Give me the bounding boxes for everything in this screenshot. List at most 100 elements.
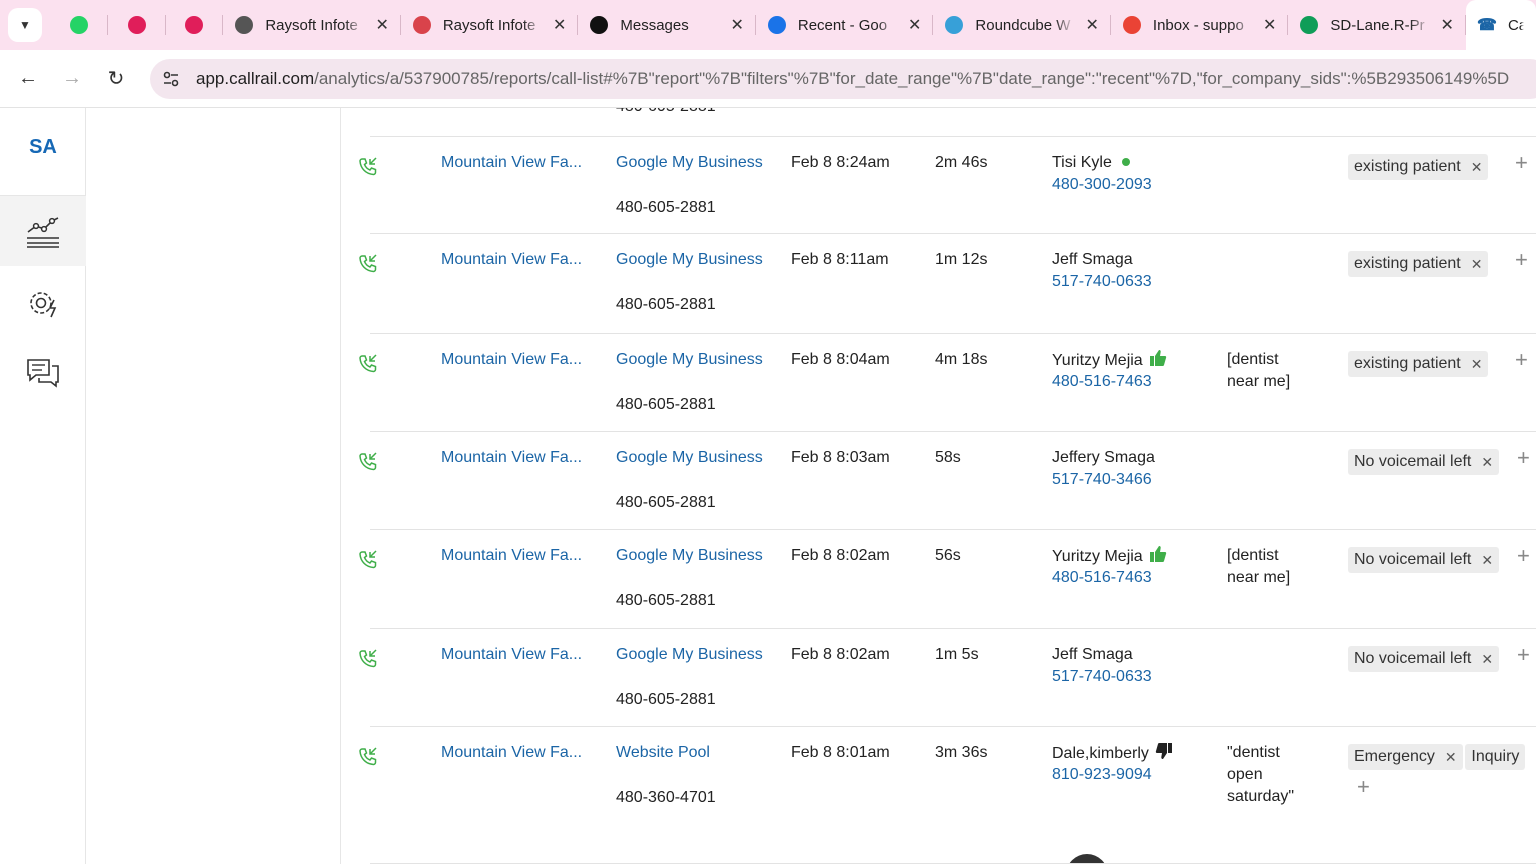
browser-tab[interactable]: Inbox - suppo ✕ <box>1111 0 1289 50</box>
close-icon[interactable]: ✕ <box>730 15 743 35</box>
browser-tab[interactable] <box>50 0 108 50</box>
arrow-left-icon: ← <box>18 67 38 89</box>
back-button[interactable]: ← <box>6 57 50 101</box>
left-nav-rail: SA <box>0 108 86 864</box>
rail-item-settings[interactable] <box>0 268 86 338</box>
source-link[interactable]: Google My Business <box>616 349 763 371</box>
inbound-call-icon <box>359 254 377 273</box>
tag-label: Inquiry <box>1471 748 1520 765</box>
chevron-down-icon: ▼ <box>19 18 31 32</box>
close-icon[interactable]: ✕ <box>375 15 388 35</box>
remove-tag-icon[interactable]: ✕ <box>1471 356 1483 373</box>
close-icon[interactable]: ✕ <box>1263 15 1276 35</box>
caller-name-cell: Jeff Smaga <box>1052 644 1133 666</box>
remove-tag-icon[interactable]: ✕ <box>1445 749 1457 766</box>
add-tag-button[interactable]: + <box>1357 774 1370 800</box>
company-link[interactable]: Mountain View Fa... <box>441 742 582 764</box>
add-tag-button[interactable]: + <box>1515 347 1528 373</box>
rail-item-analytics[interactable] <box>0 196 86 266</box>
tag-chip: Emergency ✕ <box>1348 744 1463 770</box>
company-link[interactable]: Mountain View Fa... <box>441 545 582 567</box>
slack-icon <box>127 16 146 34</box>
thumbs-down-icon[interactable] <box>1155 742 1173 760</box>
inbound-call-icon <box>359 354 377 373</box>
close-icon[interactable]: ✕ <box>553 15 566 35</box>
keyword-line: "dentist <box>1227 744 1280 761</box>
globe-icon <box>235 16 254 34</box>
company-link[interactable]: Mountain View Fa... <box>441 447 582 469</box>
caller-phone-link[interactable]: 517-740-3466 <box>1052 469 1152 491</box>
caller-name: Yuritzy Mejia <box>1052 352 1143 369</box>
account-logo[interactable]: SA <box>0 136 86 159</box>
site-info-icon[interactable] <box>156 64 186 94</box>
add-tag-button[interactable]: + <box>1515 247 1528 273</box>
remove-tag-icon[interactable]: ✕ <box>1471 256 1483 273</box>
rail-item-conversations[interactable] <box>0 338 86 408</box>
call-duration: 3m 36s <box>935 744 988 761</box>
tag-chip: No voicemail left ✕ <box>1348 547 1500 573</box>
caller-phone-link[interactable]: 480-516-7463 <box>1052 567 1152 589</box>
browser-tab[interactable]: ☎ Call <box>1465 0 1536 50</box>
add-tag-button[interactable]: + <box>1517 445 1530 471</box>
company-link[interactable]: Mountain View Fa... <box>441 249 582 271</box>
remove-tag-icon[interactable]: ✕ <box>1481 651 1493 668</box>
tab-search-button[interactable]: ▼ <box>8 8 42 42</box>
source-link[interactable]: Google My Business <box>616 644 763 666</box>
close-icon[interactable]: ✕ <box>1441 15 1454 35</box>
tab-title: Recent - Goo <box>797 16 888 34</box>
call-date: Feb 8 8:02am <box>791 547 890 564</box>
address-bar[interactable]: app.callrail.com/analytics/a/537900785/r… <box>150 59 1536 99</box>
source-link[interactable]: Website Pool <box>616 742 710 764</box>
reload-button[interactable]: ↻ <box>94 57 138 101</box>
browser-tab[interactable]: Raysoft Infote ✕ <box>223 0 401 50</box>
remove-tag-icon[interactable]: ✕ <box>1471 159 1483 176</box>
caller-phone-link[interactable]: 810-923-9094 <box>1052 764 1152 786</box>
caller-phone-link[interactable]: 480-300-2093 <box>1052 174 1152 196</box>
forward-button[interactable]: → <box>50 57 94 101</box>
tag-label: Emergency <box>1354 748 1435 765</box>
tracking-number: 480-605-2881 <box>616 296 716 313</box>
source-link[interactable]: Google My Business <box>616 545 763 567</box>
browser-tab[interactable] <box>108 0 166 50</box>
source-link[interactable]: Google My Business <box>616 447 763 469</box>
company-link[interactable]: Mountain View Fa... <box>441 349 582 371</box>
browser-tab[interactable]: Roundcube W ✕ <box>933 0 1111 50</box>
tag-chip: existing patient ✕ <box>1348 351 1489 377</box>
add-tag-button[interactable]: + <box>1515 150 1528 176</box>
browser-tab[interactable]: SD-Lane.R-Pr ✕ <box>1288 0 1466 50</box>
tab-title: Raysoft Infote <box>442 16 536 34</box>
slack-icon <box>185 16 204 34</box>
thumbs-up-icon[interactable] <box>1149 545 1167 563</box>
url-host: app.callrail.com <box>196 69 315 88</box>
keyword-line: [dentist <box>1227 547 1279 564</box>
tracking-number: 480-360-4701 <box>616 789 716 806</box>
caller-name-cell: Jeffery Smaga <box>1052 447 1155 469</box>
tab-title: Roundcube W <box>975 16 1071 34</box>
browser-tab-strip: ▼ Raysoft Infote ✕ Raysoft Infote ✕ Messages… <box>0 0 1536 50</box>
caller-phone-link[interactable]: 480-516-7463 <box>1052 371 1152 393</box>
caller-phone-link[interactable]: 517-740-0633 <box>1052 666 1152 688</box>
close-icon[interactable]: ✕ <box>1086 15 1099 35</box>
browser-tab[interactable]: Recent - Goo ✕ <box>756 0 934 50</box>
roundcube-icon <box>945 16 964 34</box>
tab-title: Call <box>1507 16 1524 34</box>
remove-tag-icon[interactable]: ✕ <box>1481 552 1493 569</box>
caller-phone-link[interactable]: 517-740-0633 <box>1052 271 1152 293</box>
browser-tab[interactable] <box>166 0 224 50</box>
company-link[interactable]: Mountain View Fa... <box>441 152 582 174</box>
call-duration: 58s <box>935 449 961 466</box>
sheets-icon <box>1300 16 1319 34</box>
call-date: Feb 8 8:02am <box>791 646 890 663</box>
inbound-call-icon <box>359 550 377 569</box>
close-icon[interactable]: ✕ <box>908 15 921 35</box>
browser-tab[interactable]: Raysoft Infote ✕ <box>401 0 579 50</box>
company-link[interactable]: Mountain View Fa... <box>441 644 582 666</box>
gmail-icon <box>1122 16 1141 34</box>
source-link[interactable]: Google My Business <box>616 152 763 174</box>
browser-tab[interactable]: Messages ✕ <box>578 0 756 50</box>
remove-tag-icon[interactable]: ✕ <box>1481 454 1493 471</box>
thumbs-up-icon[interactable] <box>1149 349 1167 367</box>
add-tag-button[interactable]: + <box>1517 543 1530 569</box>
source-link[interactable]: Google My Business <box>616 249 763 271</box>
add-tag-button[interactable]: + <box>1517 642 1530 668</box>
